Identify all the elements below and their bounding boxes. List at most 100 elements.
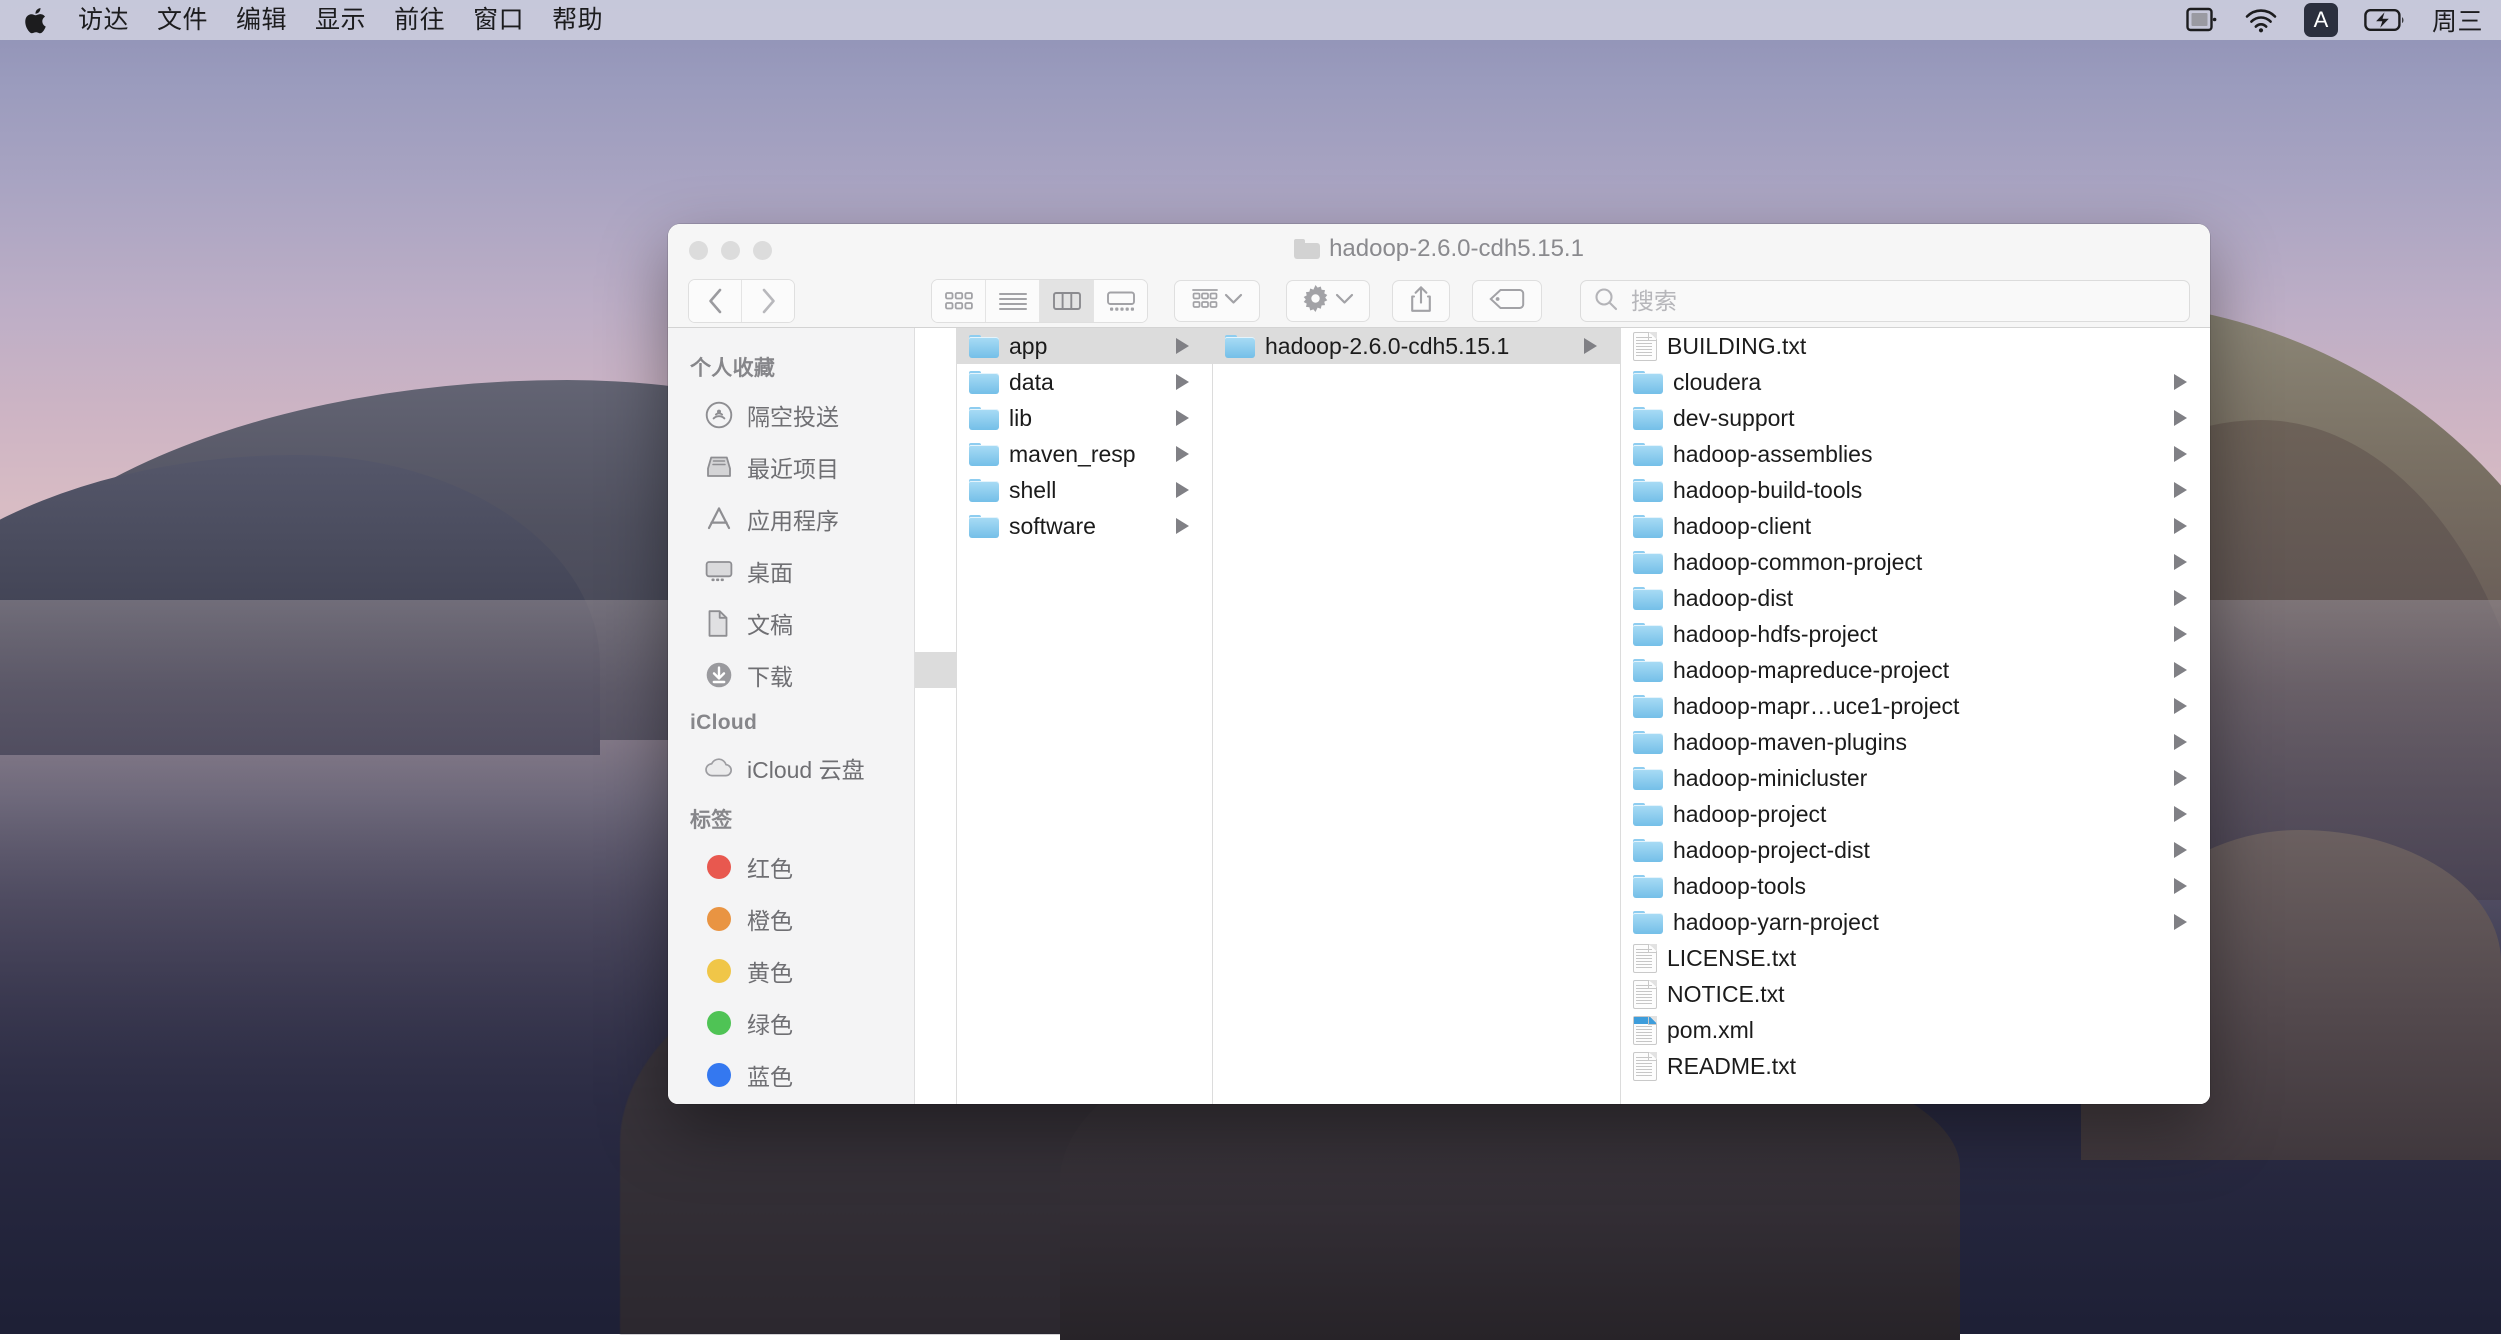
share-button[interactable]	[1392, 280, 1450, 322]
disclosure-arrow-icon[interactable]	[1176, 446, 1202, 462]
disclosure-arrow-icon[interactable]	[1176, 338, 1202, 354]
disclosure-arrow-icon[interactable]	[2174, 554, 2200, 570]
disclosure-arrow-icon[interactable]	[2174, 698, 2200, 714]
file-row[interactable]: data	[957, 364, 1212, 400]
disclosure-arrow-icon[interactable]	[1584, 338, 1610, 354]
input-source-badge[interactable]: A	[2303, 3, 2338, 37]
sidebar-item-橙色[interactable]: 橙色	[668, 893, 914, 945]
file-row[interactable]: hadoop-dist	[1621, 580, 2210, 616]
file-row[interactable]: BUILDING.txt	[1621, 328, 2210, 364]
file-row[interactable]: cloudera	[1621, 364, 2210, 400]
sidebar-item-蓝色[interactable]: 蓝色	[668, 1049, 914, 1101]
disclosure-arrow-icon[interactable]	[1176, 518, 1202, 534]
minimize-button[interactable]	[721, 241, 740, 260]
file-row[interactable]: hadoop-project-dist	[1621, 832, 2210, 868]
file-row[interactable]: NOTICE.txt	[1621, 976, 2210, 1012]
file-row[interactable]: hadoop-project	[1621, 796, 2210, 832]
close-button[interactable]	[689, 241, 708, 260]
menu-bar-clock[interactable]: 周三	[2432, 2, 2483, 38]
disclosure-arrow-icon[interactable]	[2174, 734, 2200, 750]
menu-item-window[interactable]: 窗口	[459, 4, 538, 37]
file-row[interactable]: maven_resp	[957, 436, 1212, 472]
action-menu-button[interactable]	[1286, 280, 1370, 322]
battery-charging-icon[interactable]	[2364, 8, 2406, 32]
file-row[interactable]: hadoop-mapreduce-project	[1621, 652, 2210, 688]
disclosure-arrow-icon[interactable]	[2174, 410, 2200, 426]
file-row[interactable]: hadoop-minicluster	[1621, 760, 2210, 796]
gallery-view-button[interactable]	[1094, 280, 1147, 322]
file-row[interactable]: hadoop-2.6.0-cdh5.15.1	[1213, 328, 1620, 364]
file-row[interactable]: hadoop-maven-plugins	[1621, 724, 2210, 760]
file-row[interactable]	[915, 472, 956, 508]
file-row[interactable]: hadoop-mapr…uce1-project	[1621, 688, 2210, 724]
disclosure-arrow-icon[interactable]	[2174, 770, 2200, 786]
disclosure-arrow-icon[interactable]	[2174, 878, 2200, 894]
disclosure-arrow-icon[interactable]	[2174, 518, 2200, 534]
list-view-button[interactable]	[986, 280, 1040, 322]
file-row[interactable]: hadoop-common-project	[1621, 544, 2210, 580]
sidebar-item-最近项目[interactable]: 最近项目	[668, 441, 914, 493]
file-row[interactable]: pom.xml	[1621, 1012, 2210, 1048]
file-row[interactable]: software	[957, 508, 1212, 544]
menu-item-help[interactable]: 帮助	[538, 4, 617, 37]
column-3[interactable]: BUILDING.txt cloudera dev-support hadoop-as…	[1621, 328, 2210, 1104]
file-row[interactable]	[915, 436, 956, 472]
sidebar-item-隔空投送[interactable]: 隔空投送	[668, 389, 914, 441]
column-previous[interactable]	[915, 328, 957, 1104]
disclosure-arrow-icon[interactable]	[2174, 374, 2200, 390]
disclosure-arrow-icon[interactable]	[1176, 374, 1202, 390]
file-row[interactable]: hadoop-build-tools	[1621, 472, 2210, 508]
column-2[interactable]: hadoop-2.6.0-cdh5.15.1	[1213, 328, 1621, 1104]
file-row[interactable]: app	[957, 328, 1212, 364]
apple-logo-icon[interactable]	[20, 3, 50, 37]
file-row[interactable]: README.txt	[1621, 1048, 2210, 1084]
column-1[interactable]: app data lib maven_resp shell software	[957, 328, 1213, 1104]
sidebar-item-下载[interactable]: 下载	[668, 649, 914, 701]
file-row[interactable]: LICENSE.txt	[1621, 940, 2210, 976]
arrange-button[interactable]	[1174, 280, 1260, 322]
screen-mirroring-icon[interactable]	[2186, 7, 2218, 33]
disclosure-arrow-icon[interactable]	[1176, 410, 1202, 426]
forward-button[interactable]	[742, 280, 794, 322]
tag-button[interactable]	[1472, 280, 1542, 322]
menu-item-finder[interactable]: 访达	[64, 4, 143, 37]
file-row[interactable]: shell	[957, 472, 1212, 508]
file-row[interactable]	[915, 400, 956, 436]
file-row[interactable]: lib	[957, 400, 1212, 436]
icon-view-button[interactable]	[932, 280, 986, 322]
file-row[interactable]: dev-support	[1621, 400, 2210, 436]
sidebar-item-绿色[interactable]: 绿色	[668, 997, 914, 1049]
file-row[interactable]	[915, 508, 956, 544]
column-view-button[interactable]	[1040, 280, 1094, 322]
file-row[interactable]	[915, 544, 956, 580]
menu-item-file[interactable]: 文件	[143, 4, 222, 37]
sidebar-item-红色[interactable]: 红色	[668, 841, 914, 893]
file-row[interactable]: hadoop-tools	[1621, 868, 2210, 904]
file-row[interactable]: hadoop-assemblies	[1621, 436, 2210, 472]
disclosure-arrow-icon[interactable]	[2174, 446, 2200, 462]
menu-item-view[interactable]: 显示	[301, 4, 380, 37]
disclosure-arrow-icon[interactable]	[2174, 590, 2200, 606]
sidebar-item-桌面[interactable]: 桌面	[668, 545, 914, 597]
disclosure-arrow-icon[interactable]	[2174, 842, 2200, 858]
search-input[interactable]	[1629, 286, 2176, 316]
sidebar-item-文稿[interactable]: 文稿	[668, 597, 914, 649]
file-row[interactable]	[915, 652, 956, 688]
disclosure-arrow-icon[interactable]	[2174, 914, 2200, 930]
disclosure-arrow-icon[interactable]	[2174, 482, 2200, 498]
menu-item-go[interactable]: 前往	[380, 4, 459, 37]
sidebar-item-黄色[interactable]: 黄色	[668, 945, 914, 997]
file-row[interactable]: hadoop-hdfs-project	[1621, 616, 2210, 652]
disclosure-arrow-icon[interactable]	[2174, 662, 2200, 678]
disclosure-arrow-icon[interactable]	[1176, 482, 1202, 498]
file-row[interactable]	[915, 328, 956, 364]
sidebar-item-应用程序[interactable]: 应用程序	[668, 493, 914, 545]
zoom-button[interactable]	[753, 241, 772, 260]
disclosure-arrow-icon[interactable]	[2174, 806, 2200, 822]
file-row[interactable]: hadoop-yarn-project	[1621, 904, 2210, 940]
wifi-icon[interactable]	[2244, 7, 2278, 33]
file-row[interactable]	[915, 616, 956, 652]
search-box[interactable]	[1580, 280, 2190, 322]
back-button[interactable]	[689, 280, 742, 322]
file-row[interactable]	[915, 364, 956, 400]
